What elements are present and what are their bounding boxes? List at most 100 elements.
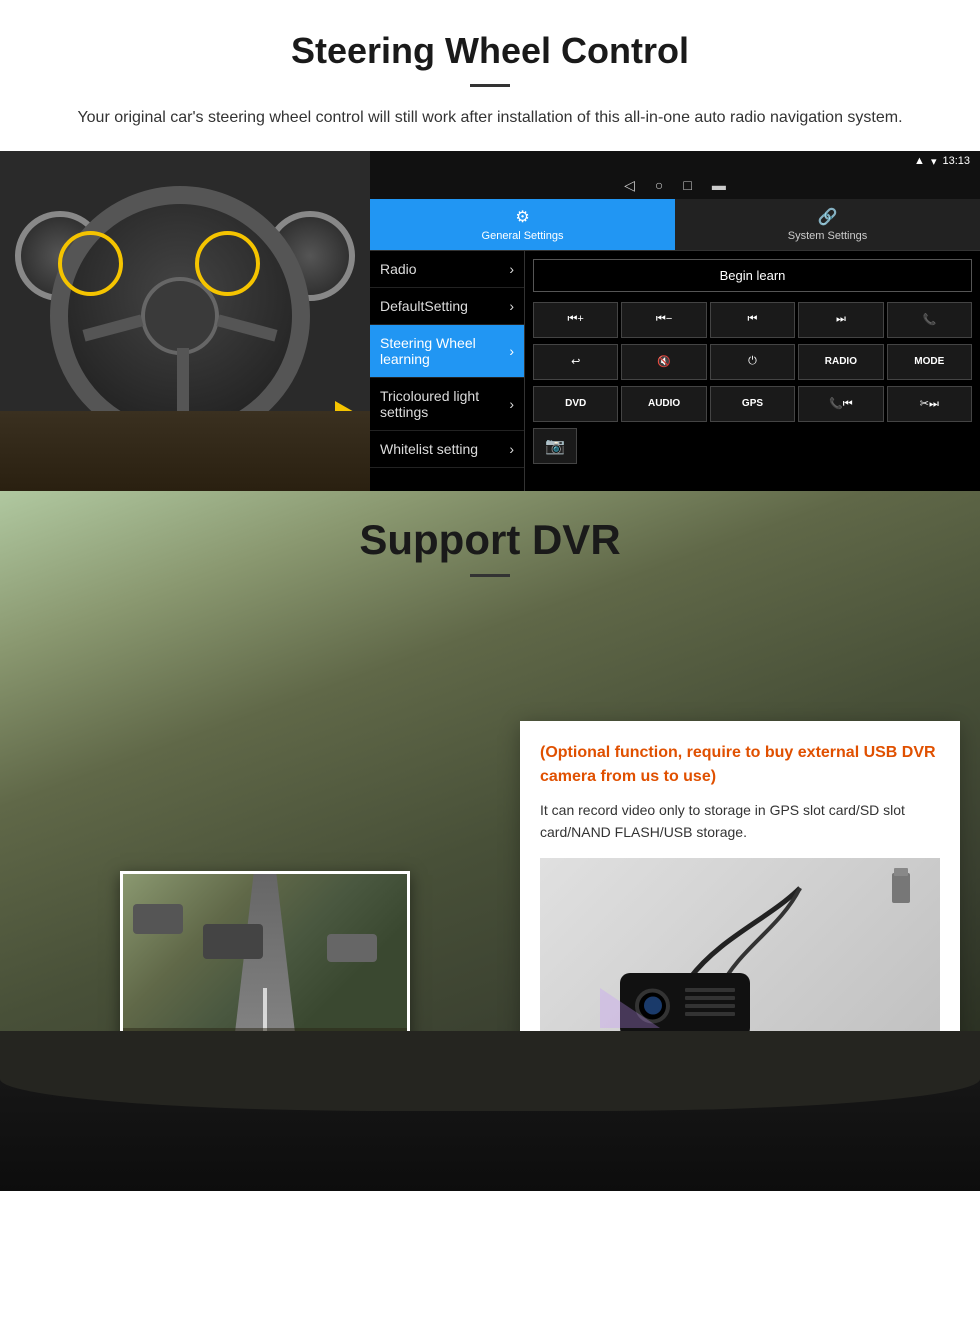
menu-radio-label: Radio <box>380 261 417 277</box>
ctrl-phone-prev[interactable]: 📞⏮ <box>798 386 883 422</box>
dashboard-bg <box>0 411 370 491</box>
menu-item-tricolour[interactable]: Tricoloured light settings › <box>370 378 524 431</box>
dvd-label: DVD <box>565 398 586 409</box>
chevron-right-icon: › <box>509 261 514 277</box>
vent-3 <box>685 1004 735 1008</box>
vent-2 <box>685 996 735 1000</box>
usb-plug <box>892 873 910 903</box>
steering-wheel <box>50 186 310 446</box>
chevron-right-icon-5: › <box>509 441 514 457</box>
menu-right: Begin learn ⏮+ ⏮− ⏮ ⏭ 📞 ↩ 🔇 ⏻ RADIO MODE <box>525 251 980 491</box>
menu-content: Radio › DefaultSetting › Steering Wheel … <box>370 251 980 491</box>
signal-icon: ▲ <box>914 155 925 167</box>
yellow-circle-right <box>195 231 260 296</box>
dash-curve <box>0 1031 980 1111</box>
ctrl-phone[interactable]: 📞 <box>887 302 972 338</box>
light-beam <box>600 988 660 1028</box>
hang-icon: ↩ <box>571 355 580 368</box>
vol-up-icon: ⏮+ <box>568 313 584 326</box>
yellow-circle-left <box>58 231 123 296</box>
android-panel: ▲ ▾ 13:13 ◁ ○ □ ▬ ⚙ General Settings 🔗 S… <box>370 151 980 491</box>
menu-item-radio[interactable]: Radio › <box>370 251 524 288</box>
cut-next-icon: ✂⏭ <box>920 397 939 411</box>
ctrl-mute[interactable]: 🔇 <box>621 344 706 380</box>
dvr-card-title: (Optional function, require to buy exter… <box>540 741 940 789</box>
ctrl-next[interactable]: ⏭ <box>798 302 883 338</box>
car-dashboard-bottom <box>0 1031 980 1191</box>
back-nav-icon[interactable]: ◁ <box>624 177 635 194</box>
dvr-divider <box>470 574 510 577</box>
dvr-icon: 📷 <box>545 436 565 456</box>
title-divider <box>470 84 510 87</box>
radio-label: RADIO <box>825 356 857 367</box>
ctrl-hang[interactable]: ↩ <box>533 344 618 380</box>
ctrl-vol-up[interactable]: ⏮+ <box>533 302 618 338</box>
spoke-right <box>216 314 277 341</box>
ctrl-gps[interactable]: GPS <box>710 386 795 422</box>
ctrl-radio[interactable]: RADIO <box>798 344 883 380</box>
ctrl-prev[interactable]: ⏮ <box>710 302 795 338</box>
dvr-section: Support DVR (Optional function, require … <box>0 491 980 1191</box>
ctrl-mode[interactable]: MODE <box>887 344 972 380</box>
vent-1 <box>685 988 735 992</box>
control-grid-row1: ⏮+ ⏮− ⏮ ⏭ 📞 <box>533 302 972 338</box>
vol-down-icon: ⏮− <box>656 313 672 326</box>
audio-label: AUDIO <box>648 398 680 409</box>
begin-learn-button[interactable]: Begin learn <box>533 259 972 292</box>
control-grid-row3: DVD AUDIO GPS 📞⏮ ✂⏭ <box>533 386 972 422</box>
wifi-icon: ▾ <box>931 155 937 168</box>
menu-nav-icon[interactable]: ▬ <box>712 177 726 193</box>
nav-bar[interactable]: ◁ ○ □ ▬ <box>370 172 980 199</box>
chevron-right-icon-3: › <box>509 343 514 359</box>
car-2 <box>203 924 263 959</box>
control-grid-row4: 📷 <box>533 428 972 464</box>
car-1 <box>133 904 183 934</box>
status-bar: ▲ ▾ 13:13 <box>370 151 980 172</box>
menu-left: Radio › DefaultSetting › Steering Wheel … <box>370 251 525 491</box>
steering-section: Steering Wheel Control Your original car… <box>0 0 980 131</box>
menu-default-label: DefaultSetting <box>380 298 468 314</box>
ctrl-dvr[interactable]: 📷 <box>533 428 577 464</box>
chevron-right-icon-4: › <box>509 396 514 412</box>
tab-general-settings[interactable]: ⚙ General Settings <box>370 199 675 250</box>
tab-system-settings[interactable]: 🔗 System Settings <box>675 199 980 250</box>
steering-title: Steering Wheel Control <box>40 30 940 72</box>
spoke-left <box>82 314 143 341</box>
tabs-row: ⚙ General Settings 🔗 System Settings <box>370 199 980 251</box>
dvr-title-area: Support DVR <box>0 491 980 587</box>
mode-label: MODE <box>914 356 944 367</box>
steering-subtitle: Your original car's steering wheel contr… <box>60 105 920 131</box>
ctrl-dvd[interactable]: DVD <box>533 386 618 422</box>
tab-system-label: System Settings <box>788 230 867 242</box>
gear-icon: ⚙ <box>515 207 529 227</box>
phone-prev-icon: 📞⏮ <box>829 397 853 411</box>
gps-label: GPS <box>742 398 763 409</box>
status-time: 13:13 <box>942 155 970 167</box>
vent-4 <box>685 1012 735 1016</box>
ctrl-power[interactable]: ⏻ <box>710 344 795 380</box>
car-3 <box>327 934 377 962</box>
menu-tricolour-label: Tricoloured light settings <box>380 388 509 420</box>
spoke-bottom <box>177 348 189 418</box>
dvr-background: Support DVR (Optional function, require … <box>0 491 980 1191</box>
next-icon: ⏭ <box>836 313 846 326</box>
mute-icon: 🔇 <box>657 355 671 368</box>
steering-demo: ▲ ▾ 13:13 ◁ ○ □ ▬ ⚙ General Settings 🔗 S… <box>0 151 980 491</box>
menu-steering-label: Steering Wheel learning <box>380 335 509 367</box>
menu-item-whitelist[interactable]: Whitelist setting › <box>370 431 524 468</box>
ctrl-audio[interactable]: AUDIO <box>621 386 706 422</box>
ctrl-vol-down[interactable]: ⏮− <box>621 302 706 338</box>
recent-nav-icon[interactable]: □ <box>683 177 691 193</box>
ctrl-cut-next[interactable]: ✂⏭ <box>887 386 972 422</box>
dvr-camera-illustration <box>540 858 940 1058</box>
menu-whitelist-label: Whitelist setting <box>380 441 478 457</box>
tab-general-label: General Settings <box>482 230 564 242</box>
chevron-right-icon-2: › <box>509 298 514 314</box>
home-nav-icon[interactable]: ○ <box>655 177 663 193</box>
menu-item-steering[interactable]: Steering Wheel learning › <box>370 325 524 378</box>
steering-photo <box>0 151 370 491</box>
control-grid-row2: ↩ 🔇 ⏻ RADIO MODE <box>533 344 972 380</box>
dvr-card-body: It can record video only to storage in G… <box>540 799 940 844</box>
system-icon: 🔗 <box>818 207 838 227</box>
menu-item-default[interactable]: DefaultSetting › <box>370 288 524 325</box>
